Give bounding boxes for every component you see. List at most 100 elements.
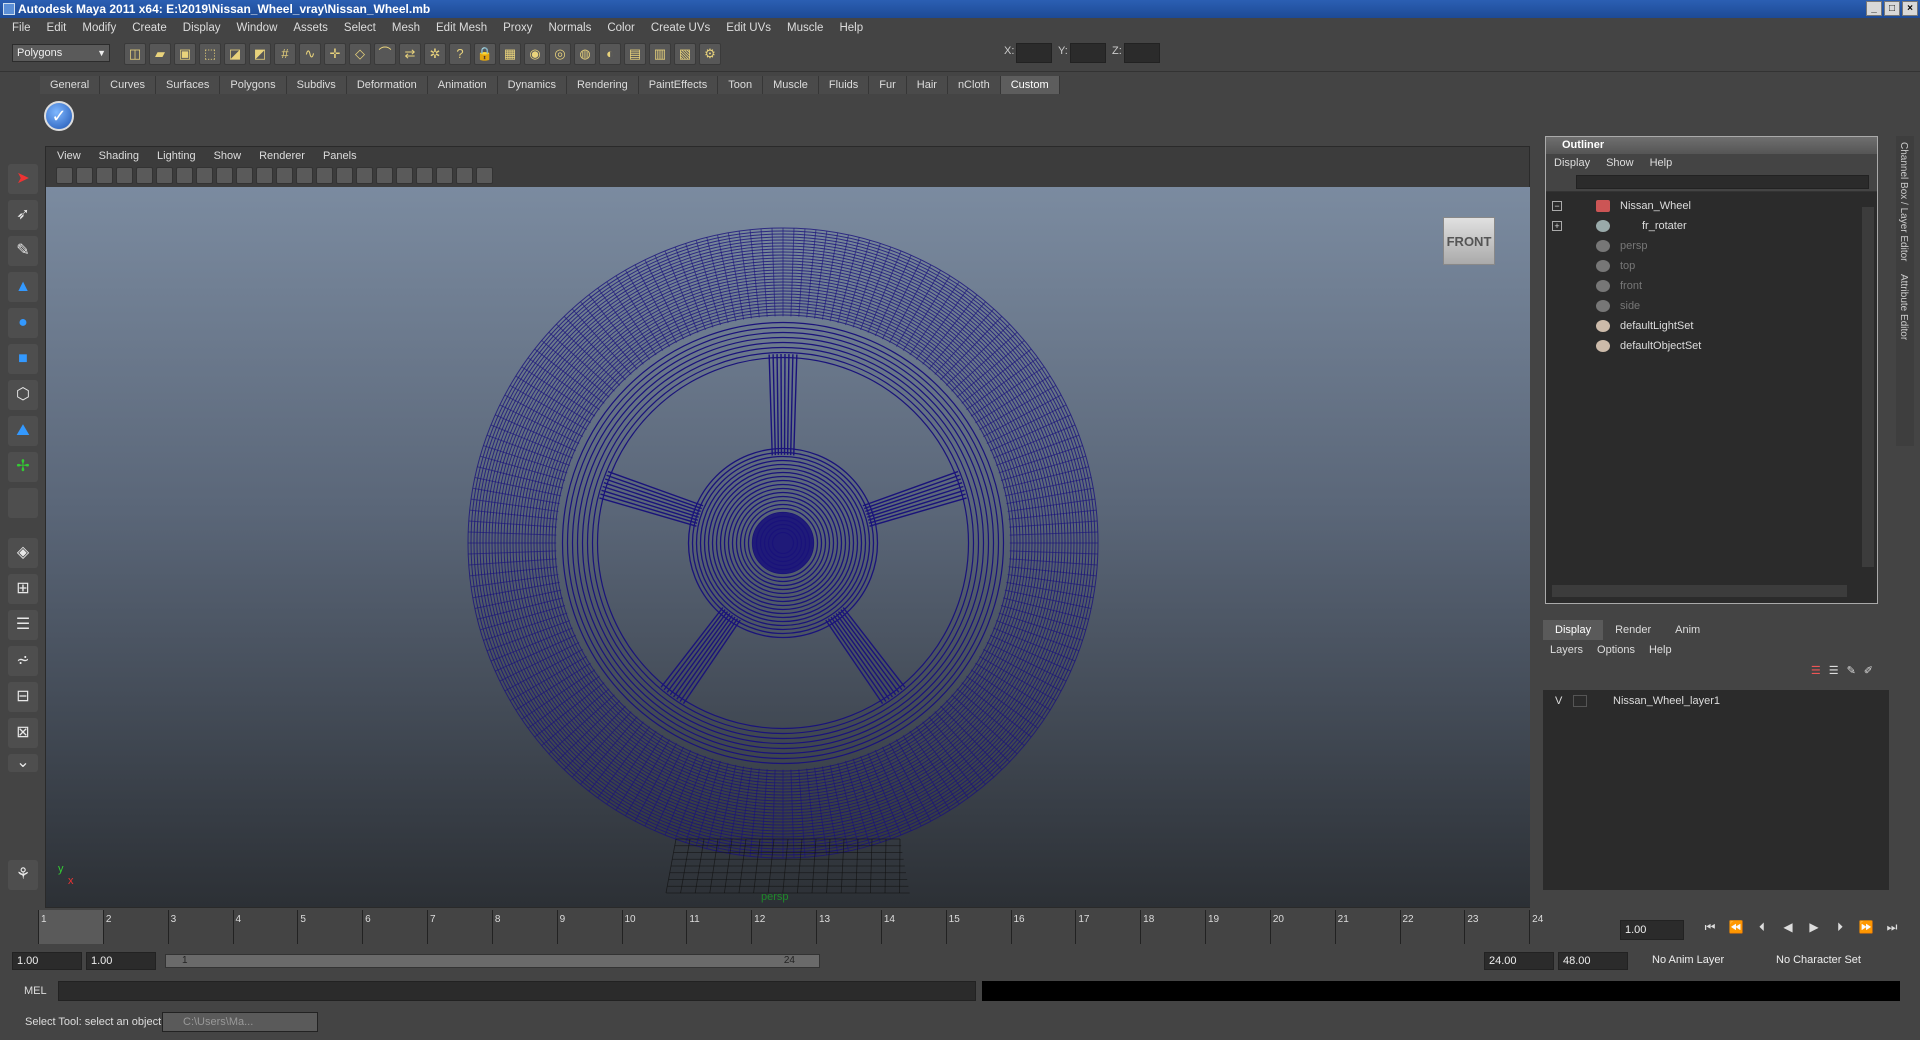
- manipulator-tool-icon[interactable]: ⬡: [8, 380, 38, 410]
- checkmark-icon[interactable]: ✓: [44, 101, 74, 131]
- tab-fluids[interactable]: Fluids: [818, 76, 870, 94]
- layer-menu-help[interactable]: Help: [1642, 640, 1679, 660]
- tab-layer-anim[interactable]: Anim: [1663, 620, 1713, 640]
- tool-settings-icon[interactable]: ⚙: [699, 43, 721, 65]
- empty-tool-slot[interactable]: [8, 488, 38, 518]
- menu-file[interactable]: File: [4, 22, 39, 34]
- tab-fur[interactable]: Fur: [869, 76, 907, 94]
- isolate-select-icon[interactable]: [416, 167, 433, 184]
- mel-label[interactable]: MEL: [24, 985, 47, 997]
- make-live-icon[interactable]: ⌒: [374, 43, 396, 65]
- wireframe-on-shaded-icon[interactable]: [316, 167, 333, 184]
- menu-edit[interactable]: Edit: [39, 22, 75, 34]
- render-settings-icon[interactable]: ◍: [574, 43, 596, 65]
- vp-menu-renderer[interactable]: Renderer: [250, 148, 314, 164]
- film-gate-icon[interactable]: [156, 167, 173, 184]
- step-forward-frame-icon[interactable]: ⏵: [1830, 920, 1850, 935]
- menu-select[interactable]: Select: [336, 22, 384, 34]
- resolution-gate-icon[interactable]: [176, 167, 193, 184]
- menu-create[interactable]: Create: [124, 22, 175, 34]
- image-plane-icon[interactable]: [116, 167, 133, 184]
- go-to-start-icon[interactable]: ⏮: [1700, 920, 1720, 935]
- soft-mod-icon[interactable]: ⛰: [8, 416, 38, 446]
- character-set-selector[interactable]: No Character Set: [1772, 952, 1890, 970]
- play-backward-icon[interactable]: ◀: [1778, 920, 1798, 935]
- textured-icon[interactable]: [336, 167, 353, 184]
- outliner-menu-display[interactable]: Display: [1546, 154, 1598, 172]
- open-scene-icon[interactable]: ▰: [149, 43, 171, 65]
- bookmark-icon[interactable]: [96, 167, 113, 184]
- camera-attr-icon[interactable]: [76, 167, 93, 184]
- step-back-key-icon[interactable]: ⏪: [1726, 920, 1746, 935]
- history-icon[interactable]: ✲: [424, 43, 446, 65]
- maximize-icon[interactable]: □: [1884, 1, 1900, 16]
- step-back-frame-icon[interactable]: ⏴: [1752, 920, 1772, 935]
- backface-icon[interactable]: [476, 167, 493, 184]
- menu-color[interactable]: Color: [599, 22, 642, 34]
- outliner-persp-icon[interactable]: ⊟: [8, 682, 38, 712]
- menu-window[interactable]: Window: [228, 22, 285, 34]
- default-light-icon[interactable]: [356, 167, 373, 184]
- tab-custom[interactable]: Custom: [1000, 76, 1060, 94]
- menu-mesh[interactable]: Mesh: [384, 22, 428, 34]
- outliner-menu-show[interactable]: Show: [1598, 154, 1642, 172]
- outliner-menu-help[interactable]: Help: [1642, 154, 1681, 172]
- outliner-item-persp[interactable]: persp: [1546, 236, 1877, 256]
- all-lights-icon[interactable]: [376, 167, 393, 184]
- tab-painteffects[interactable]: PaintEffects: [638, 76, 719, 94]
- menu-help[interactable]: Help: [831, 22, 871, 34]
- tab-deformation[interactable]: Deformation: [346, 76, 428, 94]
- layer-type-toggle[interactable]: [1573, 695, 1587, 707]
- render-view-icon[interactable]: ▦: [499, 43, 521, 65]
- tab-general[interactable]: General: [40, 76, 101, 94]
- tab-surfaces[interactable]: Surfaces: [155, 76, 221, 94]
- outliner-filter-input[interactable]: [1576, 175, 1869, 189]
- input-ops-icon[interactable]: ⇄: [399, 43, 421, 65]
- outliner-item-side[interactable]: side: [1546, 296, 1877, 316]
- grid-toggle-icon[interactable]: [136, 167, 153, 184]
- safe-title-icon[interactable]: [256, 167, 273, 184]
- ipr-render-icon[interactable]: ◎: [549, 43, 571, 65]
- four-view-icon[interactable]: ⊞: [8, 574, 38, 604]
- menu-assets[interactable]: Assets: [285, 22, 336, 34]
- menu-modify[interactable]: Modify: [74, 22, 124, 34]
- empty-layer-icon[interactable]: ☰: [1829, 664, 1839, 677]
- viewcube[interactable]: FRONT: [1443, 217, 1495, 265]
- gate-mask-icon[interactable]: [196, 167, 213, 184]
- hypershade-layout-icon[interactable]: ⊠: [8, 718, 38, 748]
- xray-icon[interactable]: [436, 167, 453, 184]
- outliner-item-default-object-set[interactable]: defaultObjectSet: [1546, 336, 1877, 356]
- anim-start-field[interactable]: 1.00: [12, 952, 82, 970]
- outliner-horizontal-scrollbar[interactable]: [1552, 585, 1847, 597]
- layout-toggle-icon[interactable]: ▥: [649, 43, 671, 65]
- scale-tool-icon[interactable]: ■: [8, 344, 38, 374]
- layer-visibility-toggle[interactable]: V: [1555, 690, 1562, 712]
- camera-select-icon[interactable]: [56, 167, 73, 184]
- collapse-icon[interactable]: −: [1552, 201, 1562, 211]
- outliner-item-fr-rotater[interactable]: + fr_rotater: [1546, 216, 1877, 236]
- smooth-shade-icon[interactable]: [296, 167, 313, 184]
- snap-plane-icon[interactable]: ◇: [349, 43, 371, 65]
- safe-action-icon[interactable]: [236, 167, 253, 184]
- vp-menu-shading[interactable]: Shading: [90, 148, 148, 164]
- tab-ncloth[interactable]: nCloth: [947, 76, 1001, 94]
- paint-select-icon[interactable]: ✎: [8, 236, 38, 266]
- vp-menu-panels[interactable]: Panels: [314, 148, 366, 164]
- tab-attribute-editor[interactable]: Attribute Editor: [1896, 268, 1911, 346]
- tab-channel-box[interactable]: Channel Box / Layer Editor: [1896, 136, 1911, 268]
- minimized-window-button[interactable]: C:\Users\Ma...: [162, 1012, 318, 1032]
- tab-dynamics[interactable]: Dynamics: [497, 76, 567, 94]
- outliner-vertical-scrollbar[interactable]: [1862, 207, 1874, 567]
- snap-grid-icon[interactable]: #: [274, 43, 296, 65]
- snap-curve-icon[interactable]: ∿: [299, 43, 321, 65]
- expand-layouts-icon[interactable]: ⌄: [8, 754, 38, 772]
- outliner-item-nissan-wheel[interactable]: − Nissan_Wheel: [1546, 196, 1877, 216]
- tab-hair[interactable]: Hair: [906, 76, 948, 94]
- minimize-icon[interactable]: _: [1866, 1, 1882, 16]
- new-layer-icon[interactable]: ☰: [1811, 664, 1821, 677]
- x-field[interactable]: [1016, 43, 1052, 63]
- anim-end-field[interactable]: 48.00: [1558, 952, 1628, 970]
- field-chart-icon[interactable]: [216, 167, 233, 184]
- layer-menu-options[interactable]: Options: [1590, 640, 1642, 660]
- hypershade-icon[interactable]: ◐: [599, 43, 621, 65]
